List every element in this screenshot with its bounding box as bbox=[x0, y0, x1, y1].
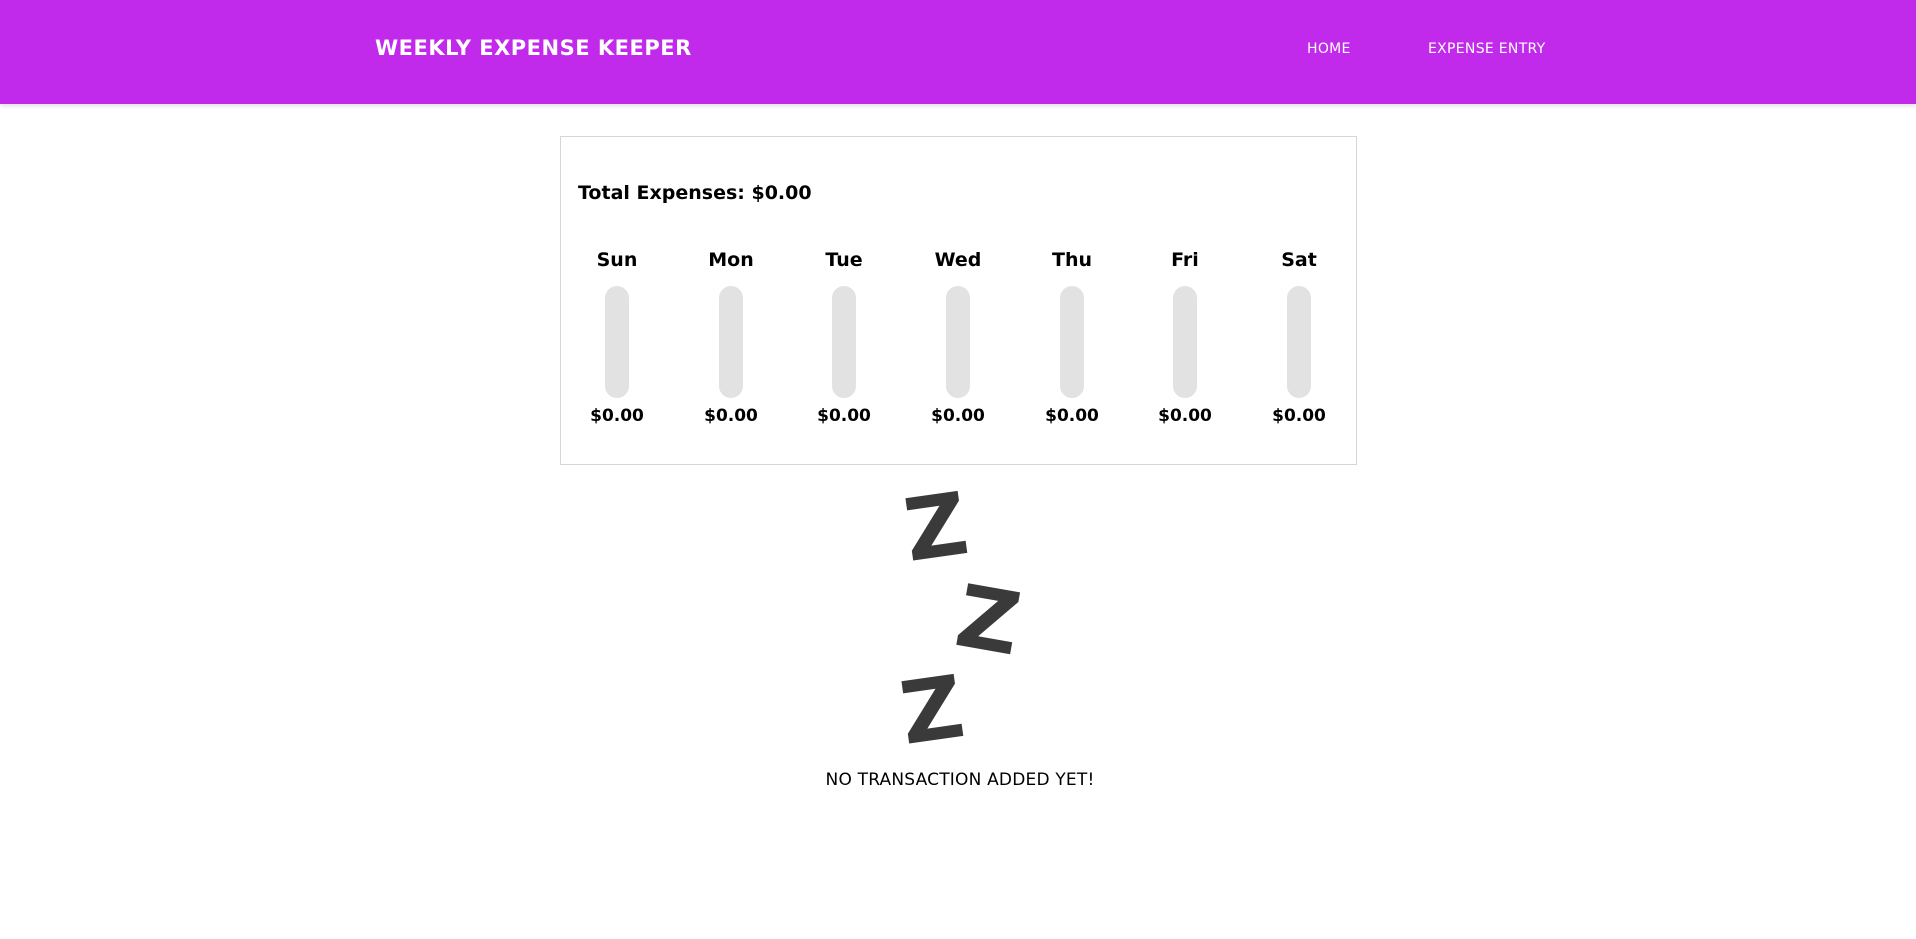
day-label: Mon bbox=[708, 249, 754, 271]
day-bar-track bbox=[832, 286, 856, 398]
day-column-thu: Thu $0.00 bbox=[1032, 249, 1112, 429]
day-amount: $0.00 bbox=[1045, 406, 1099, 426]
day-column-sat: Sat $0.00 bbox=[1259, 249, 1339, 429]
day-column-sun: Sun $0.00 bbox=[577, 249, 657, 429]
empty-state: Z Z Z NO TRANSACTION ADDED YET! bbox=[760, 474, 1160, 795]
day-bar-track bbox=[1060, 286, 1084, 398]
total-expenses: Total Expenses: $0.00 bbox=[578, 182, 812, 204]
nav-link-home[interactable]: HOME bbox=[1307, 41, 1351, 57]
weekly-bars: Sun $0.00 Mon $0.00 Tue $0.00 Wed $0.00 … bbox=[561, 249, 1358, 429]
day-column-mon: Mon $0.00 bbox=[691, 249, 771, 429]
empty-state-message: NO TRANSACTION ADDED YET! bbox=[825, 770, 1095, 790]
day-amount: $0.00 bbox=[817, 406, 871, 426]
day-amount: $0.00 bbox=[704, 406, 758, 426]
day-label: Wed bbox=[934, 249, 982, 271]
day-bar-track bbox=[1173, 286, 1197, 398]
day-bar-track bbox=[719, 286, 743, 398]
nav-links: HOME EXPENSE ENTRY bbox=[0, 41, 1916, 61]
day-amount: $0.00 bbox=[590, 406, 644, 426]
z-glyph: Z bbox=[898, 474, 975, 582]
day-bar-track bbox=[946, 286, 970, 398]
day-amount: $0.00 bbox=[931, 406, 985, 426]
day-label: Thu bbox=[1051, 249, 1092, 271]
day-amount: $0.00 bbox=[1272, 406, 1326, 426]
nav-link-expense-entry[interactable]: EXPENSE ENTRY bbox=[1428, 41, 1546, 57]
day-bar-track bbox=[1287, 286, 1311, 398]
z-glyph: Z bbox=[894, 657, 971, 765]
z-glyph: Z bbox=[948, 566, 1028, 676]
day-column-fri: Fri $0.00 bbox=[1145, 249, 1225, 429]
day-column-wed: Wed $0.00 bbox=[918, 249, 998, 429]
day-label: Fri bbox=[1171, 249, 1199, 271]
day-bar-track bbox=[605, 286, 629, 398]
weekly-chart-card: Total Expenses: $0.00 Sun $0.00 Mon $0.0… bbox=[560, 136, 1357, 465]
day-label: Tue bbox=[825, 249, 863, 271]
day-column-tue: Tue $0.00 bbox=[804, 249, 884, 429]
day-label: Sun bbox=[596, 249, 638, 271]
day-label: Sat bbox=[1281, 249, 1317, 271]
navbar: WEEKLY EXPENSE KEEPER HOME EXPENSE ENTRY bbox=[0, 0, 1916, 104]
day-amount: $0.00 bbox=[1158, 406, 1212, 426]
